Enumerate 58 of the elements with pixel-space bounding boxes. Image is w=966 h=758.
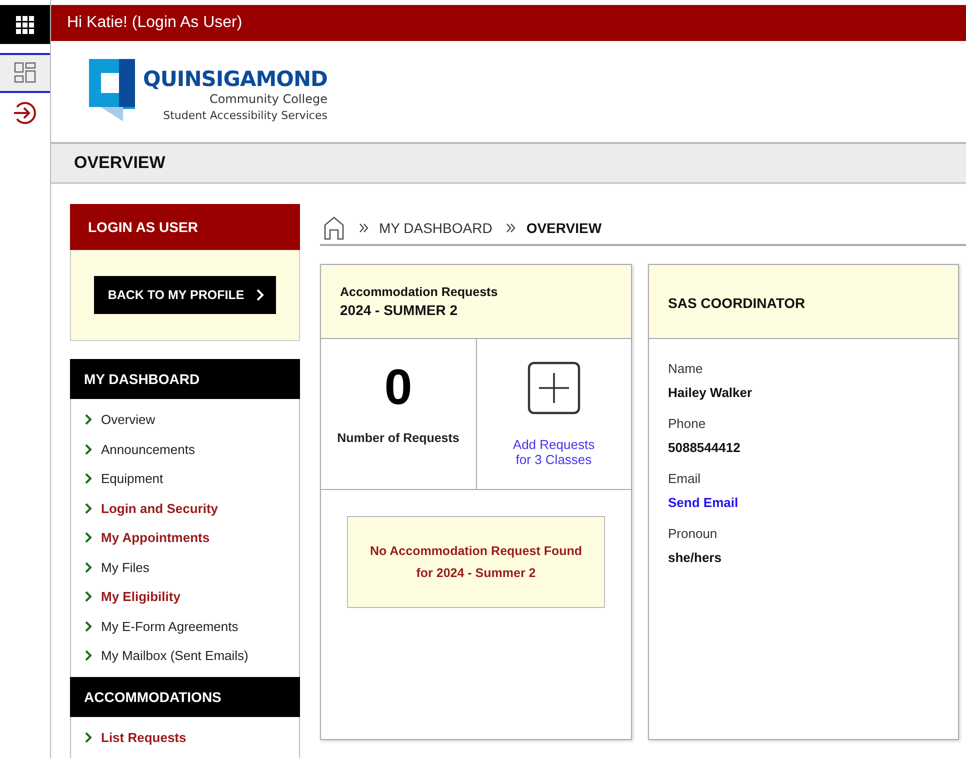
chevron-icon	[85, 473, 92, 484]
term-label: 2024 - SUMMER 2	[340, 302, 458, 318]
notice-text: No Accommodation Request Found	[370, 544, 582, 558]
breadcrumb-link[interactable]: OVERVIEW	[526, 220, 602, 236]
logo-icon	[89, 59, 135, 122]
field-label: Pronoun	[668, 526, 718, 541]
sign-in-icon	[12, 100, 38, 126]
department-name: Student Accessibility Services	[163, 108, 328, 124]
chevron-icon	[85, 620, 92, 632]
menu-link[interactable]: Overview	[71, 405, 299, 434]
chevron-icon	[85, 591, 92, 602]
college-name: QUINSIGAMOND	[143, 67, 328, 92]
menu-link[interactable]: My Eligibility	[71, 582, 299, 612]
notice-text: for 2024 - Summer 2	[416, 566, 536, 580]
double-chevron-icon	[506, 223, 516, 233]
menu-link[interactable]: My Files	[71, 552, 299, 582]
layout-icon	[13, 61, 37, 85]
chevron-icon	[85, 414, 92, 426]
menu-title: ACCOMMODATIONS	[84, 688, 222, 704]
double-chevron-icon	[359, 223, 369, 233]
menu-link[interactable]: Announcements	[71, 434, 299, 464]
field-label: Phone	[668, 416, 707, 431]
request-count: 0	[384, 361, 412, 413]
breadcrumb-link[interactable]: MY DASHBOARD	[379, 220, 492, 236]
chevron-icon	[85, 650, 92, 662]
menu-link[interactable]: My Appointments	[71, 523, 299, 552]
menu-link[interactable]: My E-Form Agreements	[71, 612, 299, 641]
chevron-icon	[85, 732, 92, 743]
field-label: Email	[668, 471, 702, 486]
apps-menu-button[interactable]	[0, 5, 50, 44]
back-to-profile-button[interactable]: BACK TO MY PROFILE	[94, 276, 276, 314]
chevron-icon	[85, 532, 92, 544]
menu-link[interactable]: Login and Security	[71, 494, 299, 523]
card-title: SAS COORDINATOR	[668, 295, 806, 311]
menu-title: MY DASHBOARD	[84, 371, 200, 387]
count-label: Number of Requests	[337, 431, 460, 445]
field-label: Name	[668, 361, 704, 376]
page-title: OVERVIEW	[74, 152, 166, 173]
chevron-icon	[256, 289, 264, 301]
dashboard-button[interactable]	[0, 53, 50, 93]
add-icon[interactable]	[526, 361, 581, 415]
home-icon[interactable]	[323, 216, 345, 240]
menu-link[interactable]: Equipment	[71, 464, 299, 494]
add-requests-link[interactable]: Add Requests for 3 Classes	[512, 437, 595, 467]
panel-title: LOGIN AS USER	[88, 219, 198, 235]
chevron-icon	[85, 562, 92, 573]
email-link[interactable]: Send Email	[668, 495, 939, 510]
field-value: she/hers	[668, 550, 722, 565]
field-value: Hailey Walker	[668, 385, 754, 400]
chevron-icon	[85, 444, 92, 455]
chevron-icon	[85, 502, 92, 514]
field-value: 5088544412	[668, 440, 742, 455]
menu-link[interactable]: List Requests	[71, 722, 299, 752]
greeting: Hi Katie! (Login As User)	[67, 14, 242, 32]
grid-icon	[16, 16, 34, 34]
card-title: Accommodation Requests	[340, 285, 499, 299]
college-subtitle: Community College	[209, 91, 328, 108]
menu-link[interactable]: My Mailbox (Sent Emails)	[71, 641, 299, 670]
